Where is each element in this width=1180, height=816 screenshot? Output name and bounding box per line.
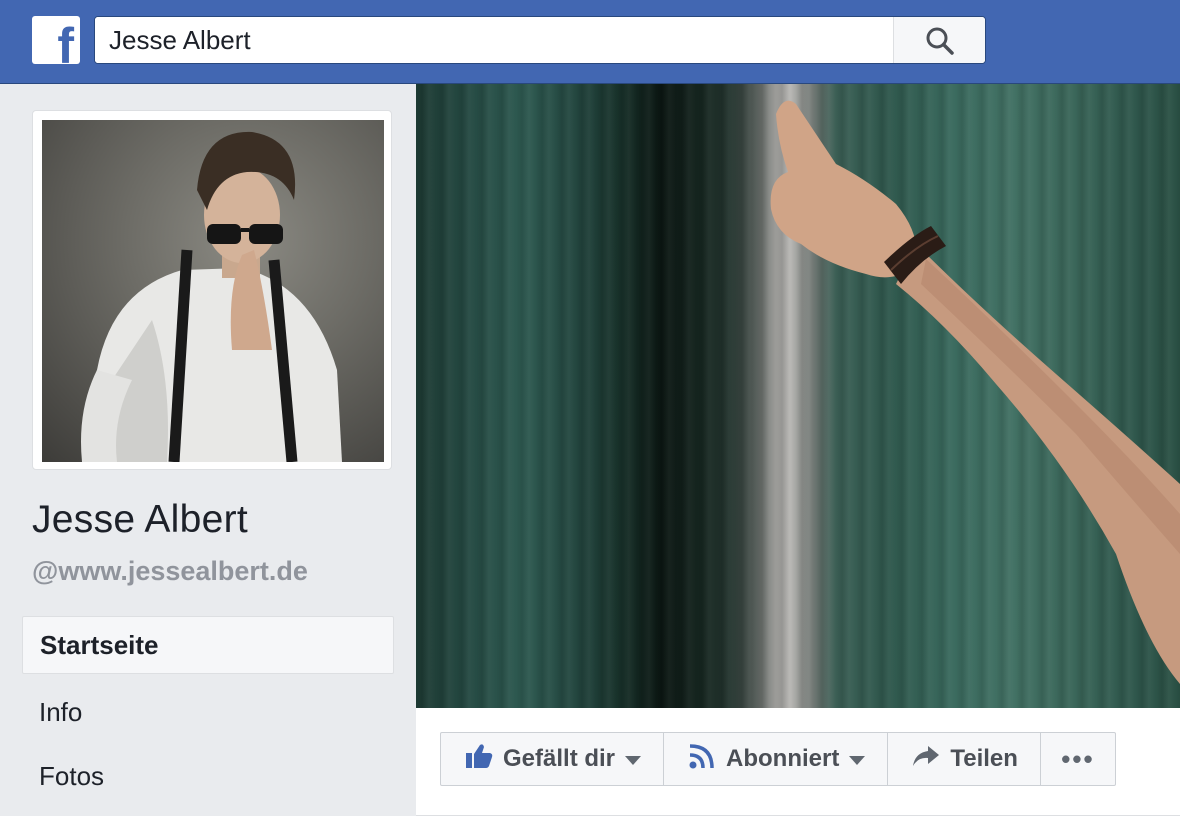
search-input[interactable] [95,17,895,63]
more-dots-icon: ••• [1061,743,1095,774]
page-navigation: Startseite Info Fotos [22,616,394,808]
thumbs-up-icon [465,743,493,776]
more-options-button[interactable]: ••• [1041,733,1115,785]
search-bar [94,16,986,64]
rss-feed-icon [688,742,716,777]
share-button[interactable]: Teilen [888,733,1041,785]
share-button-label: Teilen [950,745,1018,772]
follow-button-label: Abonniert [726,745,840,772]
page-action-bar: Gefällt dir Abonniert Teilen ••• [440,732,1116,786]
like-button[interactable]: Gefällt dir [441,733,665,785]
chevron-down-icon [849,755,866,765]
facebook-logo-letter: f [57,18,74,64]
profile-picture-frame[interactable] [32,110,392,470]
facebook-logo-icon[interactable]: f [32,16,80,64]
profile-picture [42,120,384,462]
nav-item-fotos[interactable]: Fotos [22,744,394,808]
left-sidebar: Jesse Albert @www.jessealbert.de Startse… [0,84,416,816]
share-arrow-icon [912,744,940,775]
cover-photo[interactable] [416,84,1180,708]
nav-item-info[interactable]: Info [22,680,394,744]
top-navigation-bar: f [0,0,1180,84]
follow-button[interactable]: Abonniert [664,733,889,785]
chevron-down-icon [625,755,642,765]
page-name[interactable]: Jesse Albert [32,498,248,542]
search-icon [926,27,954,55]
like-button-label: Gefällt dir [503,745,616,772]
cover-action-area: Gefällt dir Abonniert Teilen ••• [416,708,1180,816]
search-button[interactable] [893,17,985,63]
nav-item-startseite[interactable]: Startseite [22,616,394,674]
page-username[interactable]: @www.jessealbert.de [32,556,308,587]
